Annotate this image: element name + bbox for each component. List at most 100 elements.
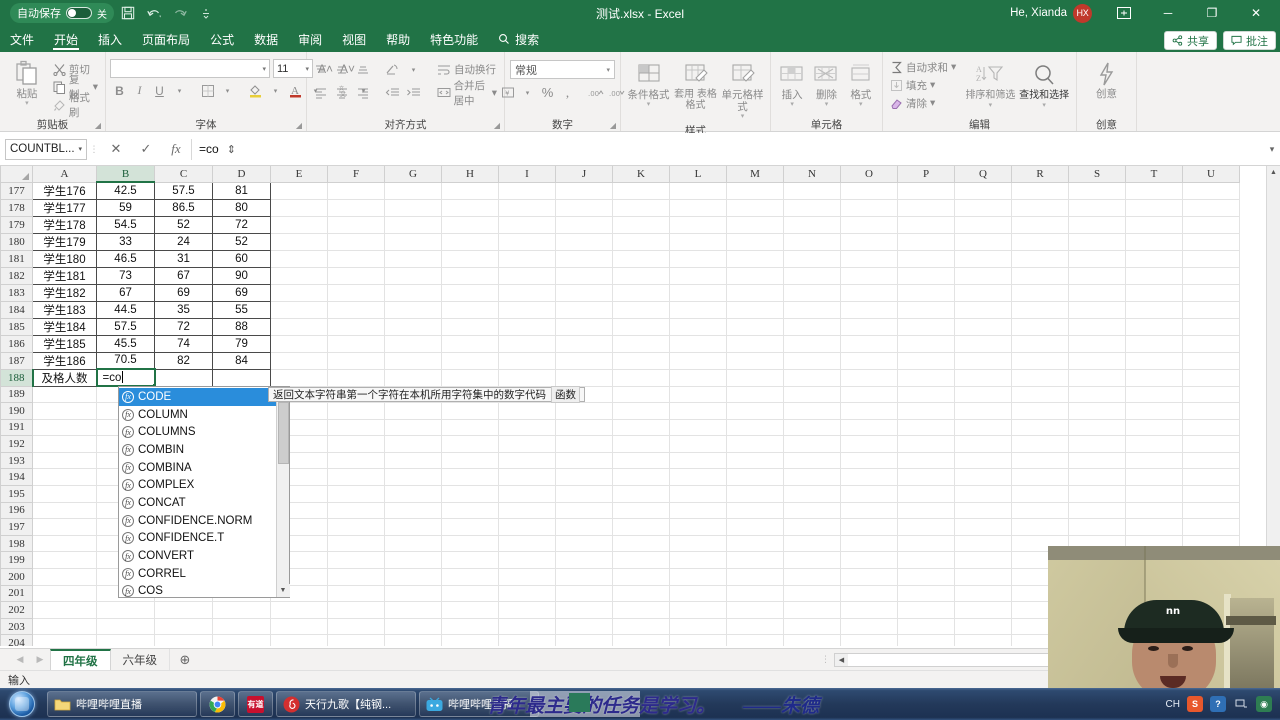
cell-Q192[interactable]: [954, 435, 1012, 453]
cell-A203[interactable]: [32, 617, 97, 636]
merge-caret-icon[interactable]: ▾: [492, 87, 497, 99]
cell-H178[interactable]: [441, 198, 499, 217]
cell-P185[interactable]: [897, 317, 955, 336]
tray-ime-indicator[interactable]: CH: [1166, 699, 1180, 710]
cell-N186[interactable]: [783, 334, 841, 353]
cell-J185[interactable]: [555, 317, 613, 336]
cell-L200[interactable]: [669, 568, 727, 586]
sheet-nav-next-icon[interactable]: ▶: [30, 650, 50, 670]
cell-A195[interactable]: [32, 485, 97, 503]
cell-Q182[interactable]: [954, 266, 1012, 285]
tab-home[interactable]: 开始: [44, 26, 88, 52]
cell-N193[interactable]: [783, 451, 841, 470]
table-row[interactable]: 187 学生186 70.5 82 84: [0, 351, 1240, 370]
cell-T183[interactable]: [1125, 283, 1183, 302]
column-header-B[interactable]: B: [96, 166, 155, 183]
cell-T187[interactable]: [1125, 351, 1183, 370]
cell-H202[interactable]: [441, 601, 499, 619]
cell-P181[interactable]: [897, 249, 955, 268]
cell-H199[interactable]: [441, 551, 499, 570]
cell-N194[interactable]: [783, 468, 841, 487]
cell-C185[interactable]: 72: [154, 317, 213, 336]
ideas-button[interactable]: 创意: [1087, 57, 1127, 100]
cell-U180[interactable]: [1182, 232, 1240, 251]
cell-S188[interactable]: [1068, 368, 1126, 387]
row-header-193[interactable]: 193: [0, 451, 33, 470]
cell-N198[interactable]: [783, 534, 841, 553]
cell-T180[interactable]: [1125, 232, 1183, 251]
redo-icon[interactable]: [168, 2, 192, 24]
cell-I194[interactable]: [498, 468, 556, 487]
cell-T184[interactable]: [1125, 300, 1183, 319]
cell-I180[interactable]: [498, 232, 556, 251]
table-row[interactable]: 188 及格人数 =co: [0, 368, 1240, 387]
cell-J196[interactable]: [555, 501, 613, 520]
cell-N184[interactable]: [783, 300, 841, 319]
cell-C187[interactable]: 82: [154, 351, 213, 370]
cell-K199[interactable]: [612, 551, 670, 570]
cell-G201[interactable]: [384, 584, 442, 603]
cell-K192[interactable]: [612, 435, 670, 453]
hscroll-left-icon[interactable]: ◀: [835, 653, 848, 666]
cell-K198[interactable]: [612, 534, 670, 553]
autocomplete-item-combina[interactable]: fx COMBINA: [119, 459, 289, 477]
insert-cells-caret-icon[interactable]: ▾: [790, 101, 794, 109]
cell-P199[interactable]: [897, 551, 955, 570]
sogou-input-icon[interactable]: S: [1187, 696, 1203, 712]
table-row[interactable]: 179 学生178 54.5 52 72: [0, 215, 1240, 234]
cell-L188[interactable]: [669, 368, 727, 387]
cell-L197[interactable]: [669, 518, 727, 536]
close-button[interactable]: ✕: [1234, 0, 1278, 26]
row-header-197[interactable]: 197: [0, 518, 33, 536]
cell-O193[interactable]: [840, 451, 898, 470]
cell-E188[interactable]: [270, 368, 328, 387]
cell-J188[interactable]: [555, 368, 613, 387]
format-as-table-button[interactable]: 套用 表格格式: [672, 57, 719, 111]
minimize-button[interactable]: ─: [1146, 0, 1190, 26]
cell-S177[interactable]: [1068, 181, 1126, 200]
cell-L193[interactable]: [669, 451, 727, 470]
cell-O186[interactable]: [840, 334, 898, 353]
cell-S195[interactable]: [1068, 485, 1126, 503]
cell-K196[interactable]: [612, 501, 670, 520]
table-row[interactable]: 180 学生179 33 24 52: [0, 232, 1240, 251]
cell-E180[interactable]: [270, 232, 328, 251]
cell-K195[interactable]: [612, 485, 670, 503]
cell-K184[interactable]: [612, 300, 670, 319]
cell-H188[interactable]: [441, 368, 499, 387]
cell-J202[interactable]: [555, 601, 613, 619]
cell-P202[interactable]: [897, 601, 955, 619]
column-header-A[interactable]: A: [32, 166, 97, 183]
paste-button[interactable]: 粘贴 ▾: [4, 56, 50, 108]
table-row[interactable]: 186 学生185 45.5 74 79: [0, 334, 1240, 353]
clipboard-dialog-launcher-icon[interactable]: ◢: [95, 121, 101, 130]
cell-A196[interactable]: [32, 501, 97, 520]
cell-R193[interactable]: [1011, 451, 1069, 470]
cell-H182[interactable]: [441, 266, 499, 285]
find-select-caret-icon[interactable]: ▾: [1042, 102, 1046, 110]
fill-color-caret-icon[interactable]: ▾: [266, 81, 285, 100]
cell-K182[interactable]: [612, 266, 670, 285]
autocomplete-list[interactable]: fx CODE fx COLUMN fx COLUMNS fx COMBIN fx COMBINA…: [119, 387, 289, 597]
cell-T191[interactable]: [1125, 418, 1183, 437]
cell-F184[interactable]: [327, 300, 385, 319]
cell-D203[interactable]: [212, 617, 271, 636]
cell-C183[interactable]: 69: [154, 283, 213, 302]
cell-A185[interactable]: 学生184: [32, 317, 97, 336]
cell-B181[interactable]: 46.5: [96, 249, 155, 268]
cell-M186[interactable]: [726, 334, 784, 353]
cell-K188[interactable]: [612, 368, 670, 387]
cell-M183[interactable]: [726, 283, 784, 302]
cell-H198[interactable]: [441, 534, 499, 553]
cell-Q199[interactable]: [954, 551, 1012, 570]
cell-J201[interactable]: [555, 584, 613, 603]
cell-F181[interactable]: [327, 249, 385, 268]
cell-O182[interactable]: [840, 266, 898, 285]
cell-I195[interactable]: [498, 485, 556, 503]
cell-I185[interactable]: [498, 317, 556, 336]
cell-Q190[interactable]: [954, 402, 1012, 420]
sort-filter-caret-icon[interactable]: ▾: [989, 102, 993, 110]
cell-I187[interactable]: [498, 351, 556, 370]
cell-M185[interactable]: [726, 317, 784, 336]
cell-L177[interactable]: [669, 181, 727, 200]
